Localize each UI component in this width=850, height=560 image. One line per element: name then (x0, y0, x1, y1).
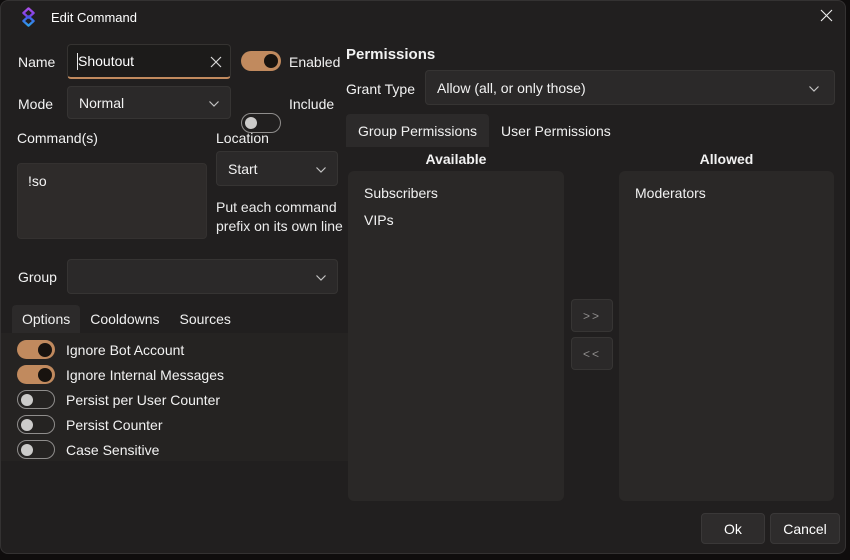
ignore-internal-messages-toggle[interactable] (17, 365, 55, 384)
allowed-header: Allowed (619, 151, 834, 167)
list-item[interactable]: Moderators (619, 179, 834, 206)
option-label: Ignore Internal Messages (66, 367, 224, 383)
option-row: Persist per User Counter (17, 387, 224, 412)
enabled-toggle[interactable] (241, 51, 281, 71)
tab-label: Group Permissions (358, 123, 477, 139)
include-label: Include (289, 96, 334, 112)
permissions-heading: Permissions (346, 46, 435, 63)
list-item-label: VIPs (364, 212, 394, 228)
tab-cooldowns[interactable]: Cooldowns (80, 305, 169, 333)
option-label: Ignore Bot Account (66, 342, 184, 358)
chevron-down-icon (315, 161, 327, 177)
tab-options[interactable]: Options (12, 305, 80, 333)
name-field-wrap (67, 44, 231, 79)
toggle-knob (245, 117, 257, 129)
grant-type-label: Grant Type (346, 81, 415, 97)
tab-sources[interactable]: Sources (170, 305, 241, 333)
mode-value: Normal (79, 95, 124, 111)
permissions-tab-strip: Group Permissions User Permissions (346, 114, 623, 147)
list-item[interactable]: Subscribers (348, 179, 564, 206)
toggle-knob (264, 54, 278, 68)
tab-label: Options (22, 311, 70, 327)
enabled-label: Enabled (289, 54, 340, 70)
name-label: Name (18, 54, 55, 70)
title-bar: Edit Command (1, 1, 845, 33)
tab-label: User Permissions (501, 123, 611, 139)
location-hint: Put each command prefix on its own line (216, 198, 344, 235)
persist-counter-toggle[interactable] (17, 415, 55, 434)
commands-label: Command(s) (17, 130, 98, 146)
close-icon (820, 9, 833, 27)
options-toggle-list: Ignore Bot Account Ignore Internal Messa… (17, 337, 224, 462)
mode-label: Mode (18, 96, 53, 112)
tab-label: Sources (180, 311, 231, 327)
cancel-button[interactable]: Cancel (770, 513, 840, 544)
grant-type-dropdown[interactable]: Allow (all, or only those) (425, 70, 835, 105)
toggle-knob (21, 444, 33, 456)
ignore-bot-account-toggle[interactable] (17, 340, 55, 359)
text-caret (77, 53, 78, 70)
window-title: Edit Command (51, 10, 137, 25)
location-value: Start (228, 161, 258, 177)
option-label: Persist per User Counter (66, 392, 220, 408)
commands-field-wrap: !so (17, 163, 207, 239)
list-item-label: Subscribers (364, 185, 438, 201)
location-dropdown[interactable]: Start (216, 151, 338, 186)
mode-dropdown[interactable]: Normal (67, 86, 231, 119)
chevron-down-icon (315, 269, 327, 285)
list-item-label: Moderators (635, 185, 706, 201)
location-label: Location (216, 130, 269, 146)
app-logo-icon (20, 7, 37, 32)
case-sensitive-toggle[interactable] (17, 440, 55, 459)
option-row: Persist Counter (17, 412, 224, 437)
option-row: Ignore Bot Account (17, 337, 224, 362)
group-label: Group (18, 269, 57, 285)
close-button[interactable] (811, 6, 841, 30)
move-left-button[interactable]: << (571, 337, 613, 370)
toggle-knob (38, 343, 52, 357)
available-list[interactable]: Subscribers VIPs (348, 171, 564, 501)
ok-button[interactable]: Ok (701, 513, 765, 544)
edit-command-dialog: Edit Command Name Enabled Mode Normal In… (0, 0, 846, 554)
chevron-down-icon (208, 95, 220, 111)
available-header: Available (348, 151, 564, 167)
option-row: Ignore Internal Messages (17, 362, 224, 387)
grant-type-value: Allow (all, or only those) (437, 80, 586, 96)
option-label: Persist Counter (66, 417, 162, 433)
option-label: Case Sensitive (66, 442, 159, 458)
tab-group-permissions[interactable]: Group Permissions (346, 114, 489, 147)
group-dropdown[interactable] (67, 259, 338, 294)
chevron-down-icon (808, 80, 820, 96)
option-row: Case Sensitive (17, 437, 224, 462)
name-input[interactable] (67, 44, 231, 79)
toggle-knob (21, 419, 33, 431)
list-item[interactable]: VIPs (348, 206, 564, 233)
commands-textarea[interactable]: !so (17, 163, 207, 239)
allowed-list[interactable]: Moderators (619, 171, 834, 501)
move-right-button[interactable]: >> (571, 299, 613, 332)
tab-label: Cooldowns (90, 311, 159, 327)
left-tab-strip: Options Cooldowns Sources (12, 305, 241, 333)
clear-icon[interactable] (210, 56, 222, 68)
persist-per-user-counter-toggle[interactable] (17, 390, 55, 409)
toggle-knob (38, 368, 52, 382)
tab-user-permissions[interactable]: User Permissions (489, 114, 623, 147)
toggle-knob (21, 394, 33, 406)
